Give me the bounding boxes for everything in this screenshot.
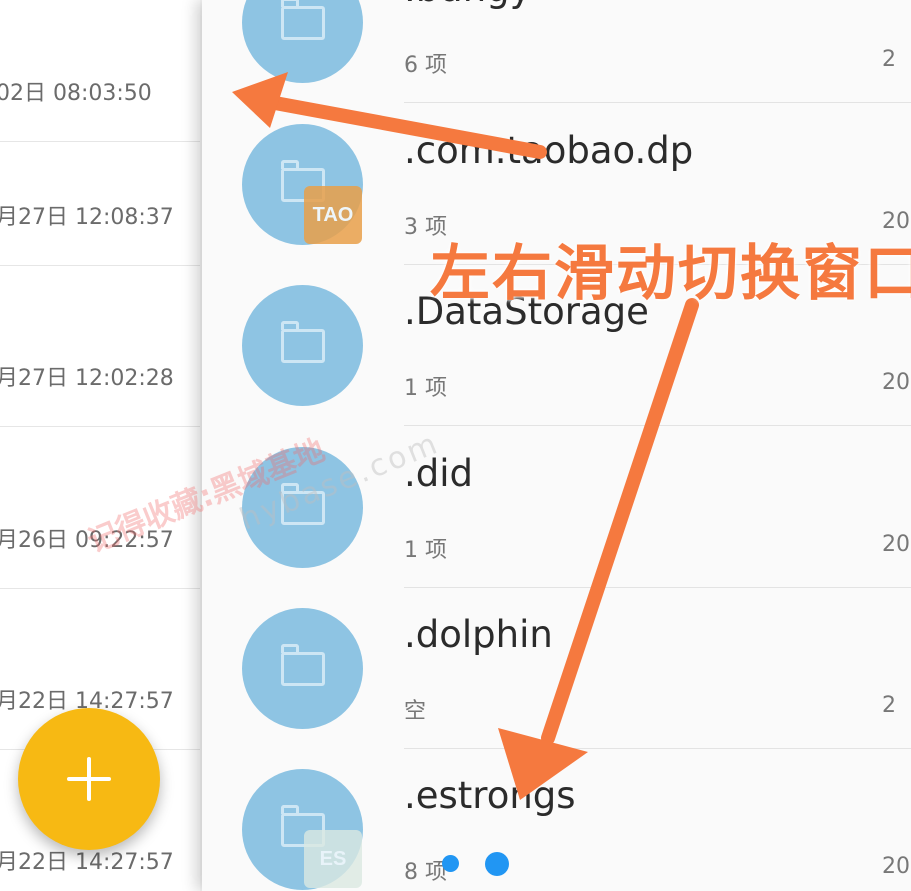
item-date: 月27日 12:02:28 [0,366,174,391]
folder-date: 2 [882,693,896,718]
page-dot-active [485,852,509,876]
item-date: 02日 08:03:50 [0,81,152,106]
folder-date: 2 [882,47,896,72]
folder-row[interactable]: .dolphin 空 2 [202,588,911,749]
add-button[interactable] [18,708,160,850]
folder-row[interactable]: .bungy 6 项 2 [202,0,911,103]
folder-date: 20 [882,854,910,879]
list-item[interactable]: 月27日 12:08:37 [0,104,200,266]
folder-name: .dolphin [404,613,553,656]
folder-item-count: 1 项 [404,376,447,401]
folder-name: .bungy [404,0,532,10]
page-indicator [442,852,509,876]
folder-item-count: 1 项 [404,538,447,563]
swipe-hint-text: 左右滑动切换窗口 [430,239,911,309]
folder-item-count: 空 [404,699,427,724]
item-date: 月27日 12:08:37 [0,205,174,230]
page-dot [442,855,459,872]
folder-date: 20 [882,370,910,395]
folder-name: .com.taobao.dp [404,129,694,172]
left-window[interactable]: 02日 08:03:50 月27日 12:08:37 月27日 12:02:28… [0,0,200,891]
folder-item-count: 8 项 [404,860,447,885]
plus-icon [67,757,111,801]
file-manager-screen: 02日 08:03:50 月27日 12:08:37 月27日 12:02:28… [0,0,911,891]
divider [404,102,911,103]
taobao-app-badge: TAO [304,186,362,244]
folder-icon [242,0,363,83]
es-app-badge: ES [304,830,362,888]
folder-name: .estrongs [404,774,576,817]
folder-icon [242,608,363,729]
folder-item-count: 6 项 [404,53,447,78]
divider [404,425,911,426]
list-item[interactable]: 月27日 12:02:28 [0,265,200,427]
folder-icon [242,285,363,406]
folder-date: 20 [882,532,910,557]
